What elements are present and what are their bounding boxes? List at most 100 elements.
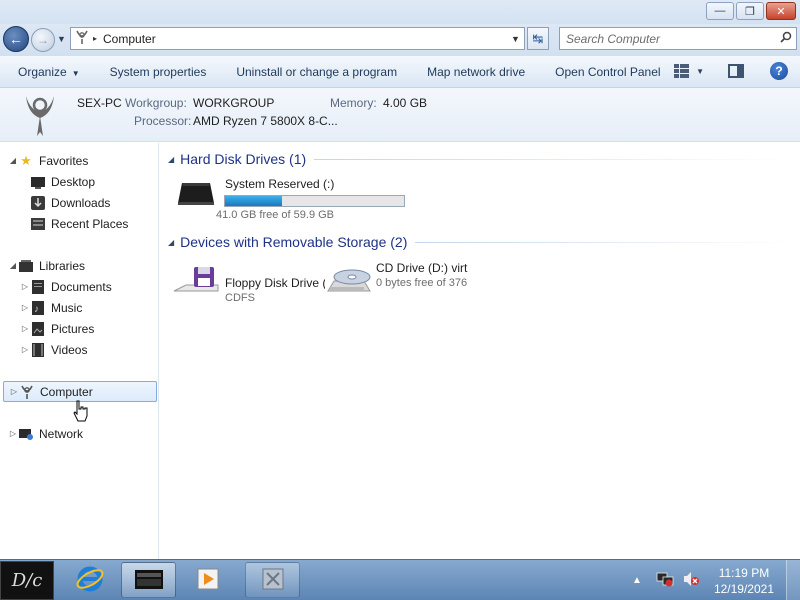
workgroup-value: WORKGROUP <box>193 96 275 110</box>
group-divider <box>415 241 793 243</box>
collapsed-arrow-icon[interactable]: ▷ <box>20 282 30 291</box>
pictures-icon <box>30 321 46 337</box>
media-player-icon <box>193 564 223 597</box>
nav-libraries[interactable]: ◢ Libraries <box>0 255 157 276</box>
collapsed-arrow-icon[interactable]: ▷ <box>20 303 30 312</box>
nav-documents-label: Documents <box>51 279 112 294</box>
nav-favorites[interactable]: ◢ ★ Favorites <box>0 150 157 171</box>
computer-icon <box>19 384 35 400</box>
processor-value: AMD Ryzen 7 5800X 8-C... <box>193 114 338 128</box>
navigation-pane: ◢ ★ Favorites Desktop Downloads Recent P… <box>0 143 159 559</box>
nav-network[interactable]: ▷ Network <box>0 423 157 444</box>
taskbar-internet-explorer[interactable] <box>62 562 117 598</box>
nav-music-label: Music <box>51 300 83 315</box>
title-bar: — ❐ ✕ <box>0 0 800 24</box>
nav-recent-places-label: Recent Places <box>51 216 129 231</box>
svg-text:♪: ♪ <box>34 304 39 315</box>
desktop-icon <box>30 174 46 190</box>
nav-downloads[interactable]: Downloads <box>0 192 157 213</box>
nav-pictures[interactable]: ▷ Pictures <box>0 318 157 339</box>
taskbar-media-player[interactable] <box>180 562 235 598</box>
collapsed-arrow-icon[interactable]: ▷ <box>20 324 30 333</box>
capacity-bar <box>224 195 405 207</box>
volume-muted-icon[interactable] <box>682 571 700 590</box>
network-status-icon[interactable] <box>656 571 674 590</box>
drive-floppy-fs: CDFS <box>225 292 255 304</box>
maximize-button[interactable]: ❐ <box>736 2 764 20</box>
help-icon[interactable]: ? <box>770 62 788 80</box>
computer-logo-icon <box>20 92 60 138</box>
chevron-down-icon: ▼ <box>696 66 704 76</box>
forward-button[interactable]: → <box>31 28 55 52</box>
clock[interactable]: 11:19 PM 12/19/2021 <box>714 565 774 597</box>
nav-documents[interactable]: ▷ Documents <box>0 276 157 297</box>
address-bar[interactable]: ▸ Computer ▼ <box>70 27 525 50</box>
recent-places-icon <box>30 216 46 232</box>
search-input[interactable] <box>560 28 776 49</box>
internet-explorer-icon <box>75 564 105 597</box>
removable-group-header[interactable]: ◢ Devices with Removable Storage (2) <box>168 234 793 250</box>
organize-label: Organize <box>18 64 67 79</box>
explorer-icon <box>133 567 165 594</box>
collapsed-arrow-icon[interactable]: ▷ <box>20 345 30 354</box>
collapsed-arrow-icon[interactable]: ▷ <box>9 387 19 396</box>
map-network-drive-button[interactable]: Map network drive <box>412 56 540 88</box>
address-dropdown-icon[interactable]: ▼ <box>506 34 524 44</box>
breadcrumb-computer[interactable]: Computer <box>103 32 506 46</box>
processor-label: Processor: <box>134 114 192 128</box>
drive-cd[interactable]: CD Drive (D:) virtio 0 bytes free of 376… <box>320 259 468 309</box>
search-icon[interactable] <box>776 31 796 46</box>
nav-music[interactable]: ▷ ♪ Music <box>0 297 157 318</box>
nav-computer[interactable]: ▷ Computer <box>3 381 157 402</box>
nav-libraries-label: Libraries <box>39 258 86 273</box>
expanded-arrow-icon[interactable]: ◢ <box>8 261 18 270</box>
taskbar-control-panel[interactable] <box>245 562 300 598</box>
address-row: ← → ▼ ▸ Computer ▼ ↹ <box>0 24 800 56</box>
show-desktop-button[interactable] <box>786 560 800 600</box>
nav-network-label: Network <box>39 426 84 441</box>
nav-recent-places[interactable]: Recent Places <box>0 213 157 234</box>
back-button[interactable]: ← <box>3 26 29 52</box>
uninstall-program-button[interactable]: Uninstall or change a program <box>221 56 412 88</box>
drive-system-reserved[interactable]: System Reserved (:) 41.0 GB free of 59.9… <box>170 173 430 229</box>
hand-cursor-icon <box>72 400 90 422</box>
open-control-panel-button[interactable]: Open Control Panel <box>540 56 675 88</box>
expanded-arrow-icon[interactable]: ◢ <box>8 156 18 165</box>
hdd-group-header[interactable]: ◢ Hard Disk Drives (1) <box>168 151 793 167</box>
clock-date: 12/19/2021 <box>713 581 774 596</box>
libraries-icon <box>18 258 34 274</box>
start-button[interactable]: D/c <box>0 561 54 600</box>
group-divider <box>314 158 793 160</box>
nav-desktop[interactable]: Desktop <box>0 171 157 192</box>
workgroup-label: Workgroup: <box>125 96 187 110</box>
search-box[interactable] <box>559 27 797 50</box>
change-view-button[interactable]: ▼ <box>674 64 704 78</box>
removable-group-title: Devices with Removable Storage (2) <box>180 234 408 250</box>
content-pane: ◢ Hard Disk Drives (1) System Reserved (… <box>160 143 800 559</box>
documents-icon <box>30 279 46 295</box>
hard-disk-icon <box>176 177 216 210</box>
recent-pages-button[interactable]: ▼ <box>57 34 66 44</box>
memory-value: 4.00 GB <box>383 96 428 110</box>
nav-videos-label: Videos <box>51 342 88 357</box>
minimize-button[interactable]: — <box>706 2 734 20</box>
system-tray: ▲ 11:19 PM 12/19/2021 <box>632 560 800 600</box>
organize-button[interactable]: Organize ▼ <box>0 56 95 88</box>
expanded-arrow-icon[interactable]: ◢ <box>168 238 174 247</box>
system-properties-button[interactable]: System properties <box>95 56 222 88</box>
show-hidden-icons-icon[interactable]: ▲ <box>632 575 642 586</box>
expanded-arrow-icon[interactable]: ◢ <box>168 155 174 164</box>
collapsed-arrow-icon[interactable]: ▷ <box>8 429 18 438</box>
music-icon: ♪ <box>30 300 46 316</box>
refresh-button[interactable]: ↹ <box>527 27 549 50</box>
taskbar-explorer[interactable] <box>121 562 176 598</box>
control-panel-icon <box>258 564 288 597</box>
drive-floppy[interactable]: Floppy Disk Drive (A:) CDFS <box>170 259 325 309</box>
nav-pictures-label: Pictures <box>51 321 95 336</box>
breadcrumb-separator-icon[interactable]: ▸ <box>93 34 97 43</box>
nav-computer-label: Computer <box>40 384 93 399</box>
preview-pane-icon[interactable] <box>728 64 744 78</box>
command-bar: Organize ▼ System properties Uninstall or… <box>0 56 800 88</box>
close-button[interactable]: ✕ <box>766 2 796 20</box>
nav-videos[interactable]: ▷ Videos <box>0 339 157 360</box>
